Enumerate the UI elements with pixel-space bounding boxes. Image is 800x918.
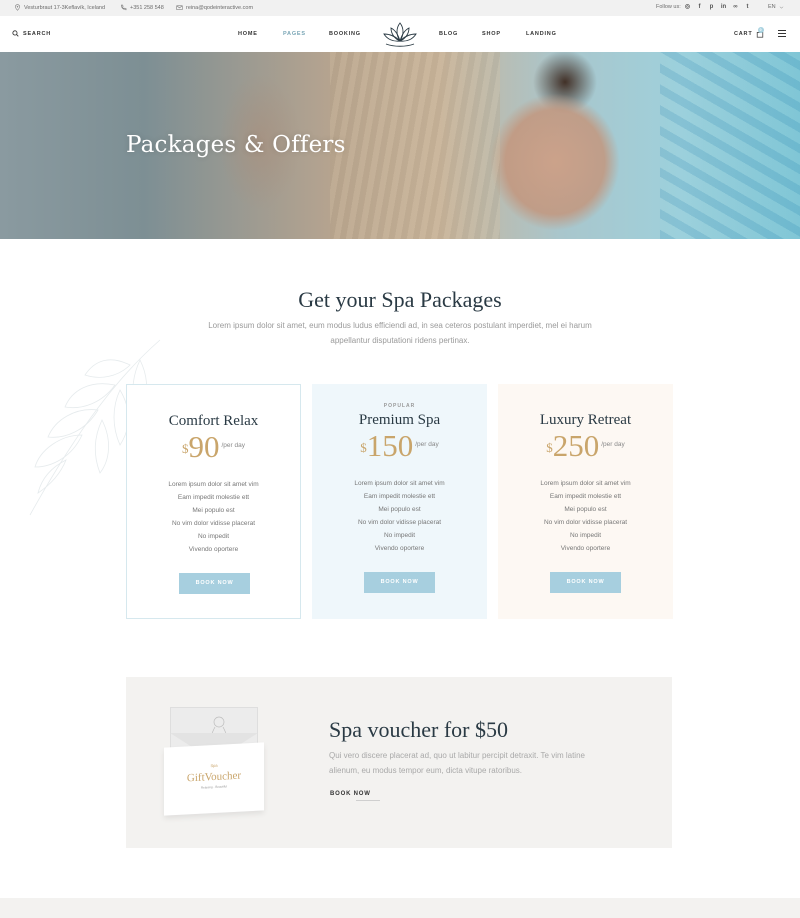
email-text[interactable]: reina@qodeinteractive.com — [186, 5, 253, 11]
lotus-logo-icon[interactable] — [380, 19, 420, 49]
feature-item: Mei populo est — [192, 507, 235, 514]
price-period: /per day — [415, 441, 439, 448]
voucher-book-now-link[interactable]: BOOK NOW — [330, 791, 380, 801]
menu-hamburger-icon[interactable] — [778, 30, 786, 37]
book-now-button[interactable]: BOOK NOW — [179, 573, 250, 594]
address-text: Vesturbraut 17-3Keflavík, Iceland — [24, 4, 106, 11]
package-price: $ 90 /per day — [127, 431, 300, 462]
gift-voucher-image: Spa GiftVoucher Relaxing · Beautiful — [164, 707, 272, 817]
hero-title: Packages & Offers — [126, 132, 346, 158]
feature-item: No impedit — [383, 532, 416, 539]
package-card-luxury-retreat: Luxury Retreat $ 250 /per day Lorem ipsu… — [498, 384, 673, 619]
hero-image-pool — [660, 52, 800, 239]
follow-label: Follow us: — [656, 4, 681, 10]
instagram-icon[interactable]: ◎ — [684, 3, 691, 12]
nav-booking[interactable]: BOOKING — [329, 31, 361, 37]
packages-section-title: Get your Spa Packages — [298, 287, 502, 312]
pinterest-icon[interactable]: p — [708, 3, 715, 12]
feature-item: Eam impedit molestie ett — [177, 494, 250, 501]
price-amount: 250 — [552, 428, 600, 463]
search-label[interactable]: SEARCH — [23, 31, 51, 37]
linkedin-icon[interactable]: in — [720, 3, 727, 12]
nav-blog[interactable]: BLOG — [439, 31, 458, 37]
mail-icon — [176, 5, 183, 10]
package-name: Luxury Retreat — [539, 412, 632, 428]
phone-icon — [121, 4, 127, 11]
price-period: /per day — [601, 441, 625, 448]
price-amount: 150 — [366, 428, 414, 463]
popular-badge: POPULAR — [383, 403, 416, 409]
nav-shop[interactable]: SHOP — [482, 31, 501, 37]
location-pin-icon — [15, 4, 20, 11]
hero-image-deck — [330, 52, 500, 239]
email-item[interactable]: reina@qodeinteractive.com — [176, 4, 253, 11]
main-header: SEARCH HOME PAGES BOOKING BLOG SHOP LAND… — [0, 16, 800, 52]
feature-list: Lorem ipsum dolor sit amet vim Eam imped… — [498, 477, 673, 555]
nav-pages[interactable]: PAGES — [283, 31, 306, 37]
cart-button[interactable]: CART 0 — [734, 27, 764, 38]
price-period: /per day — [221, 442, 246, 449]
voucher-description: Qui vero discere placerat ad, quo ut lab… — [329, 751, 585, 775]
feature-item: Mei populo est — [378, 506, 421, 513]
top-bar: Vesturbraut 17-3Keflavík, Iceland +351 2… — [0, 0, 800, 16]
tripadvisor-icon[interactable]: ∞ — [732, 3, 739, 12]
address-item: Vesturbraut 17-3Keflavík, Iceland — [14, 4, 105, 11]
package-price: $ 150 /per day — [312, 430, 487, 461]
feature-item: No vim dolor vidisse placerat — [357, 519, 442, 526]
feature-item: Lorem ipsum dolor sit amet vim — [354, 480, 445, 487]
social-links: ◎ f p in ∞ t — [684, 3, 751, 12]
feature-list: Lorem ipsum dolor sit amet vim Eam imped… — [127, 478, 300, 556]
search-button[interactable]: SEARCH — [12, 30, 51, 37]
cart-count-badge: 0 — [758, 27, 764, 33]
gift-voucher-card: Spa GiftVoucher Relaxing · Beautiful — [164, 742, 264, 816]
nav-landing[interactable]: LANDING — [526, 31, 557, 37]
feature-list: Lorem ipsum dolor sit amet vim Eam imped… — [312, 477, 487, 555]
phone-text[interactable]: +351 258 548 — [130, 5, 164, 11]
twitter-icon[interactable]: t — [744, 3, 751, 12]
chevron-down-icon — [779, 6, 783, 9]
feature-item: Vivendo oportere — [560, 545, 611, 552]
feature-item: No vim dolor vidisse placerat — [171, 520, 256, 527]
package-price: $ 250 /per day — [498, 430, 673, 461]
nav-home[interactable]: HOME — [238, 31, 258, 37]
phone-item[interactable]: +351 258 548 — [120, 4, 164, 11]
package-name: Premium Spa — [358, 412, 441, 428]
voucher-title: Spa voucher for $50 — [329, 717, 509, 742]
book-now-button[interactable]: BOOK NOW — [550, 572, 621, 593]
cart-label[interactable]: CART — [734, 31, 752, 37]
feature-item: Lorem ipsum dolor sit amet vim — [168, 481, 259, 488]
book-now-button[interactable]: BOOK NOW — [364, 572, 435, 593]
packages-section-description: Lorem ipsum dolor sit amet, eum modus lu… — [208, 321, 592, 345]
feature-item: Vivendo oportere — [374, 545, 425, 552]
language-label[interactable]: EN — [768, 4, 776, 10]
feature-item: No impedit — [569, 532, 602, 539]
facebook-icon[interactable]: f — [696, 3, 703, 12]
voucher-section: Spa GiftVoucher Relaxing · Beautiful Spa… — [126, 677, 672, 848]
package-card-comfort-relax: Comfort Relax $ 90 /per day Lorem ipsum … — [126, 384, 301, 619]
feature-item: Mei populo est — [564, 506, 607, 513]
feature-item: Lorem ipsum dolor sit amet vim — [540, 480, 631, 487]
feature-item: No impedit — [197, 533, 230, 540]
hero-banner: Packages & Offers — [0, 52, 800, 239]
package-name: Comfort Relax — [168, 413, 259, 429]
language-selector[interactable]: EN — [768, 4, 784, 10]
price-amount: 90 — [188, 429, 220, 464]
package-card-premium-spa: POPULAR Premium Spa $ 150 /per day Lorem… — [312, 384, 487, 619]
search-icon — [12, 30, 19, 37]
feature-item: Vivendo oportere — [188, 546, 239, 553]
feature-item: No vim dolor vidisse placerat — [543, 519, 628, 526]
feature-item: Eam impedit molestie ett — [363, 493, 436, 500]
footer-strip — [0, 898, 800, 918]
feature-item: Eam impedit molestie ett — [549, 493, 622, 500]
